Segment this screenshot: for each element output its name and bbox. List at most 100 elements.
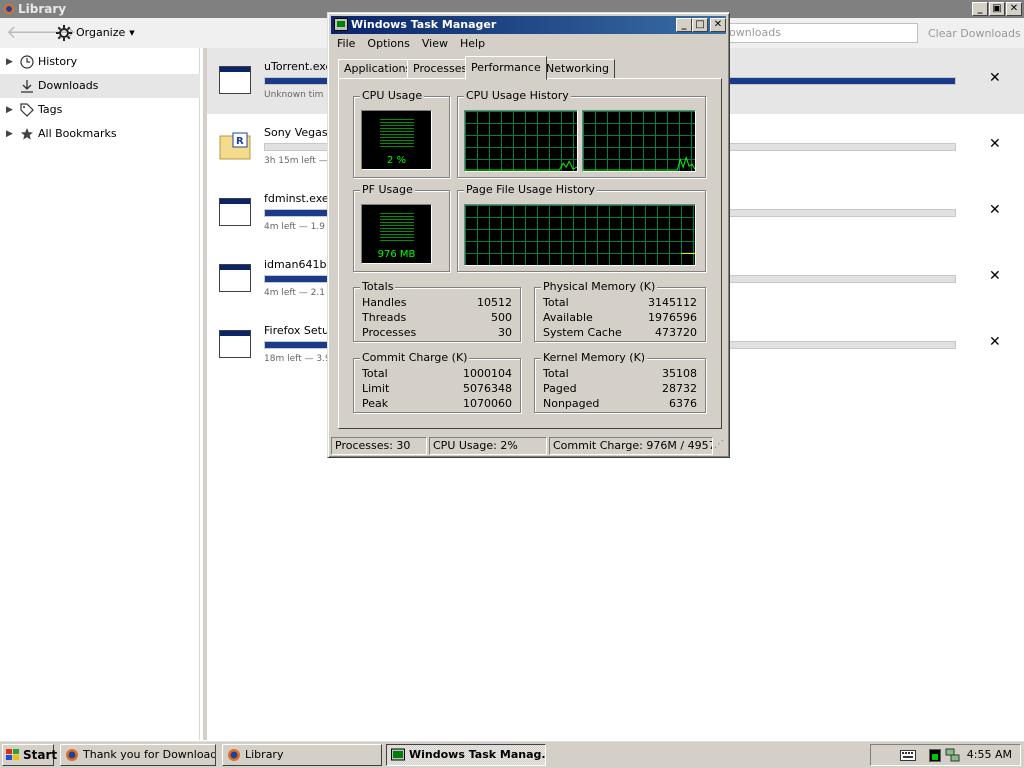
- tab-performance[interactable]: Performance: [465, 56, 547, 80]
- taskmgr-tray-icon[interactable]: [929, 749, 941, 762]
- expand-arrow-icon[interactable]: ▶: [6, 50, 13, 74]
- cancel-download-button[interactable]: ✕: [989, 136, 1001, 152]
- cpu-usage-label: CPU Usage: [360, 89, 425, 102]
- pf-usage-label: PF Usage: [360, 183, 415, 196]
- kernel-memory-group: Kernel Memory (K) Total 35108 Paged 28732 …: [534, 351, 706, 413]
- task-manager-title-bar[interactable]: Windows Task Manager _ □ ✕: [331, 16, 726, 34]
- library-title: Library: [18, 2, 67, 16]
- stat-label: Threads: [362, 311, 407, 324]
- menu-options[interactable]: Options: [361, 35, 415, 53]
- menu-help[interactable]: Help: [454, 35, 491, 53]
- download-status: 3h 15m left —: [264, 156, 328, 166]
- exe-file-icon: [219, 264, 251, 292]
- stat-row-total: Total 1000104: [362, 367, 512, 382]
- sidebar-item-tags[interactable]: ▶ Tags: [0, 98, 200, 122]
- sidebar-item-downloads[interactable]: Downloads: [0, 74, 200, 98]
- download-status: 18m left — 3.9: [264, 354, 331, 364]
- cancel-download-button[interactable]: ✕: [989, 70, 1001, 86]
- taskmgr-icon: [391, 748, 405, 761]
- start-label: Start: [23, 748, 58, 762]
- stat-row-handles: Handles 10512: [362, 296, 512, 311]
- expand-arrow-icon[interactable]: ▶: [6, 98, 13, 122]
- status-bar: Processes: 30 CPU Usage: 2% Commit Charg…: [331, 437, 726, 455]
- maximize-button[interactable]: □: [692, 18, 708, 32]
- network-icon[interactable]: [945, 748, 961, 763]
- sidebar-item-history[interactable]: ▶ History: [0, 50, 200, 74]
- stat-label: Total: [362, 367, 388, 380]
- download-name: Firefox Setup: [264, 324, 336, 337]
- svg-text:R: R: [236, 136, 244, 147]
- library-sidebar: ▶ History Downloads ▶ Tags ▶ All Bookmar…: [0, 48, 200, 740]
- stat-value: 35108: [662, 367, 697, 380]
- cpu-history-graph-core-2: [582, 110, 696, 172]
- stat-value: 1000104: [463, 367, 512, 380]
- task-manager-title: Windows Task Manager: [351, 18, 497, 31]
- expand-arrow-icon[interactable]: ▶: [6, 122, 13, 146]
- tab-networking[interactable]: Networking: [540, 59, 615, 79]
- performance-panel: CPU Usage 2 % CPU Usage History PF Usage…: [338, 78, 722, 429]
- taskbar-button-thank-you[interactable]: Thank you for Downloadi...: [60, 744, 216, 766]
- stat-value: 1070060: [463, 397, 512, 410]
- sidebar-item-all-bookmarks[interactable]: ▶ All Bookmarks: [0, 122, 200, 146]
- minimize-button[interactable]: _: [972, 2, 988, 16]
- totals-group: Totals Handles 10512 Threads 500 Processes…: [353, 280, 521, 342]
- stat-label: Total: [543, 367, 569, 380]
- folder-icon: R: [219, 132, 251, 160]
- organize-menu-button[interactable]: Organize ▼: [56, 24, 135, 42]
- cpu-history-label: CPU Usage History: [464, 89, 571, 102]
- download-name: fdminst.exe: [264, 192, 329, 205]
- tag-icon: [20, 103, 34, 117]
- stat-row-total: Total 35108: [543, 367, 697, 382]
- cancel-download-button[interactable]: ✕: [989, 268, 1001, 284]
- sidebar-item-label: History: [38, 55, 78, 68]
- firefox-icon: [4, 4, 14, 14]
- clear-downloads-button[interactable]: Clear Downloads: [928, 27, 1021, 40]
- physical-memory-label: Physical Memory (K): [541, 280, 658, 293]
- close-button[interactable]: ✕: [1006, 2, 1022, 16]
- stat-label: Processes: [362, 326, 417, 339]
- close-button[interactable]: ✕: [710, 18, 726, 32]
- firefox-icon: [228, 749, 240, 761]
- start-button[interactable]: Start: [2, 744, 58, 766]
- stat-value: 1976596: [648, 311, 697, 324]
- menu-file[interactable]: File: [331, 35, 361, 53]
- kernel-memory-label: Kernel Memory (K): [541, 351, 648, 364]
- clock-icon: [20, 55, 34, 69]
- minimize-button[interactable]: _: [676, 18, 692, 32]
- windows-flag-icon: [6, 749, 19, 760]
- resize-grip-icon[interactable]: ⋰: [714, 439, 724, 450]
- firefox-icon: [66, 749, 78, 761]
- cpu-history-line-2: [583, 155, 695, 171]
- tab-processes[interactable]: Processes: [407, 59, 474, 79]
- commit-charge-label: Commit Charge (K): [360, 351, 470, 364]
- menu-view[interactable]: View: [416, 35, 454, 53]
- taskbar-button-label: Library: [245, 748, 284, 761]
- pf-history-graph: [464, 204, 696, 266]
- search-input[interactable]: ownloads: [724, 23, 918, 43]
- cpu-usage-value: 2 %: [386, 155, 407, 166]
- download-name: uTorrent.exe: [264, 60, 333, 73]
- stat-label: Available: [543, 311, 593, 324]
- cancel-download-button[interactable]: ✕: [989, 334, 1001, 350]
- taskbar-button-library[interactable]: Library: [222, 744, 382, 766]
- stat-value: 10512: [477, 296, 512, 309]
- star-icon: [21, 128, 33, 140]
- taskmgr-icon: [334, 18, 348, 31]
- sidebar-item-label: Downloads: [38, 79, 99, 92]
- cpu-usage-group: CPU Usage 2 %: [353, 89, 450, 178]
- tab-applications[interactable]: Applications: [338, 59, 418, 79]
- maximize-button[interactable]: ▣: [989, 2, 1005, 16]
- totals-label: Totals: [360, 280, 396, 293]
- download-progress-fill: [265, 210, 328, 216]
- stat-row-nonpaged: Nonpaged 6376: [543, 397, 697, 412]
- stat-row-processes: Processes 30: [362, 326, 512, 341]
- clock[interactable]: 4:55 AM: [967, 745, 1012, 765]
- cancel-download-button[interactable]: ✕: [989, 202, 1001, 218]
- system-tray: 4:55 AM: [870, 744, 1021, 766]
- exe-file-icon: [219, 198, 251, 226]
- gear-icon: [56, 25, 72, 41]
- taskbar-button-label: Windows Task Manag...: [409, 748, 546, 761]
- download-status: 4m left — 2.1: [264, 288, 325, 298]
- cpu-history-line-1: [465, 160, 577, 171]
- taskbar-button-task-manager[interactable]: Windows Task Manag...: [386, 744, 546, 766]
